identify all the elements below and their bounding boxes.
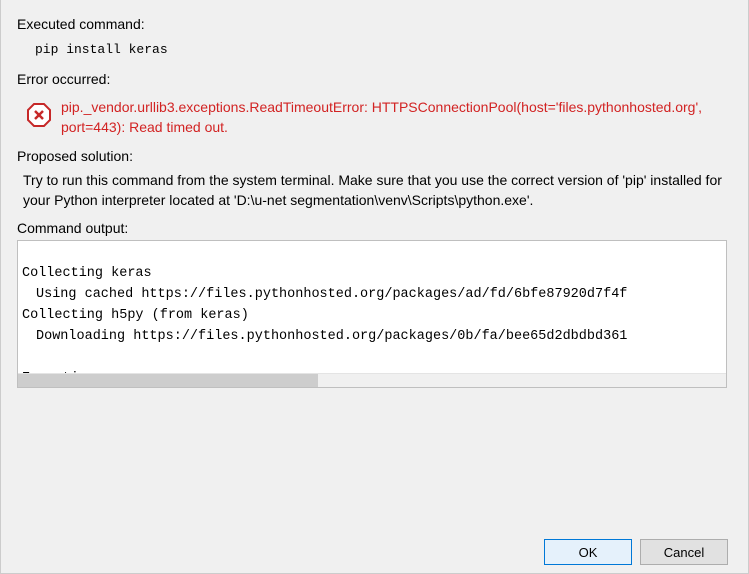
horizontal-scrollbar[interactable] [18, 373, 726, 387]
scrollbar-thumb[interactable] [18, 374, 318, 388]
executed-command-value: pip install keras [35, 42, 732, 57]
output-line: Collecting h5py (from keras) [22, 308, 249, 323]
output-line: Using cached https://files.pythonhosted.… [22, 285, 722, 306]
error-icon [27, 103, 51, 130]
command-output-box[interactable]: Collecting keras Using cached https://fi… [17, 240, 727, 388]
error-dialog: Executed command: pip install keras Erro… [0, 0, 749, 574]
proposed-solution-label: Proposed solution: [17, 148, 732, 164]
executed-command-label: Executed command: [17, 16, 732, 32]
error-row: pip._vendor.urllib3.exceptions.ReadTimeo… [27, 97, 732, 138]
output-line: Collecting keras [22, 266, 152, 281]
command-output-label: Command output: [17, 220, 732, 236]
proposed-solution-text: Try to run this command from the system … [23, 170, 732, 211]
output-line: Downloading https://files.pythonhosted.o… [22, 327, 722, 348]
error-occurred-label: Error occurred: [17, 71, 732, 87]
cancel-button[interactable]: Cancel [640, 539, 728, 565]
ok-button[interactable]: OK [544, 539, 632, 565]
error-message-text: pip._vendor.urllib3.exceptions.ReadTimeo… [61, 97, 722, 138]
dialog-button-row: OK Cancel [544, 539, 728, 565]
